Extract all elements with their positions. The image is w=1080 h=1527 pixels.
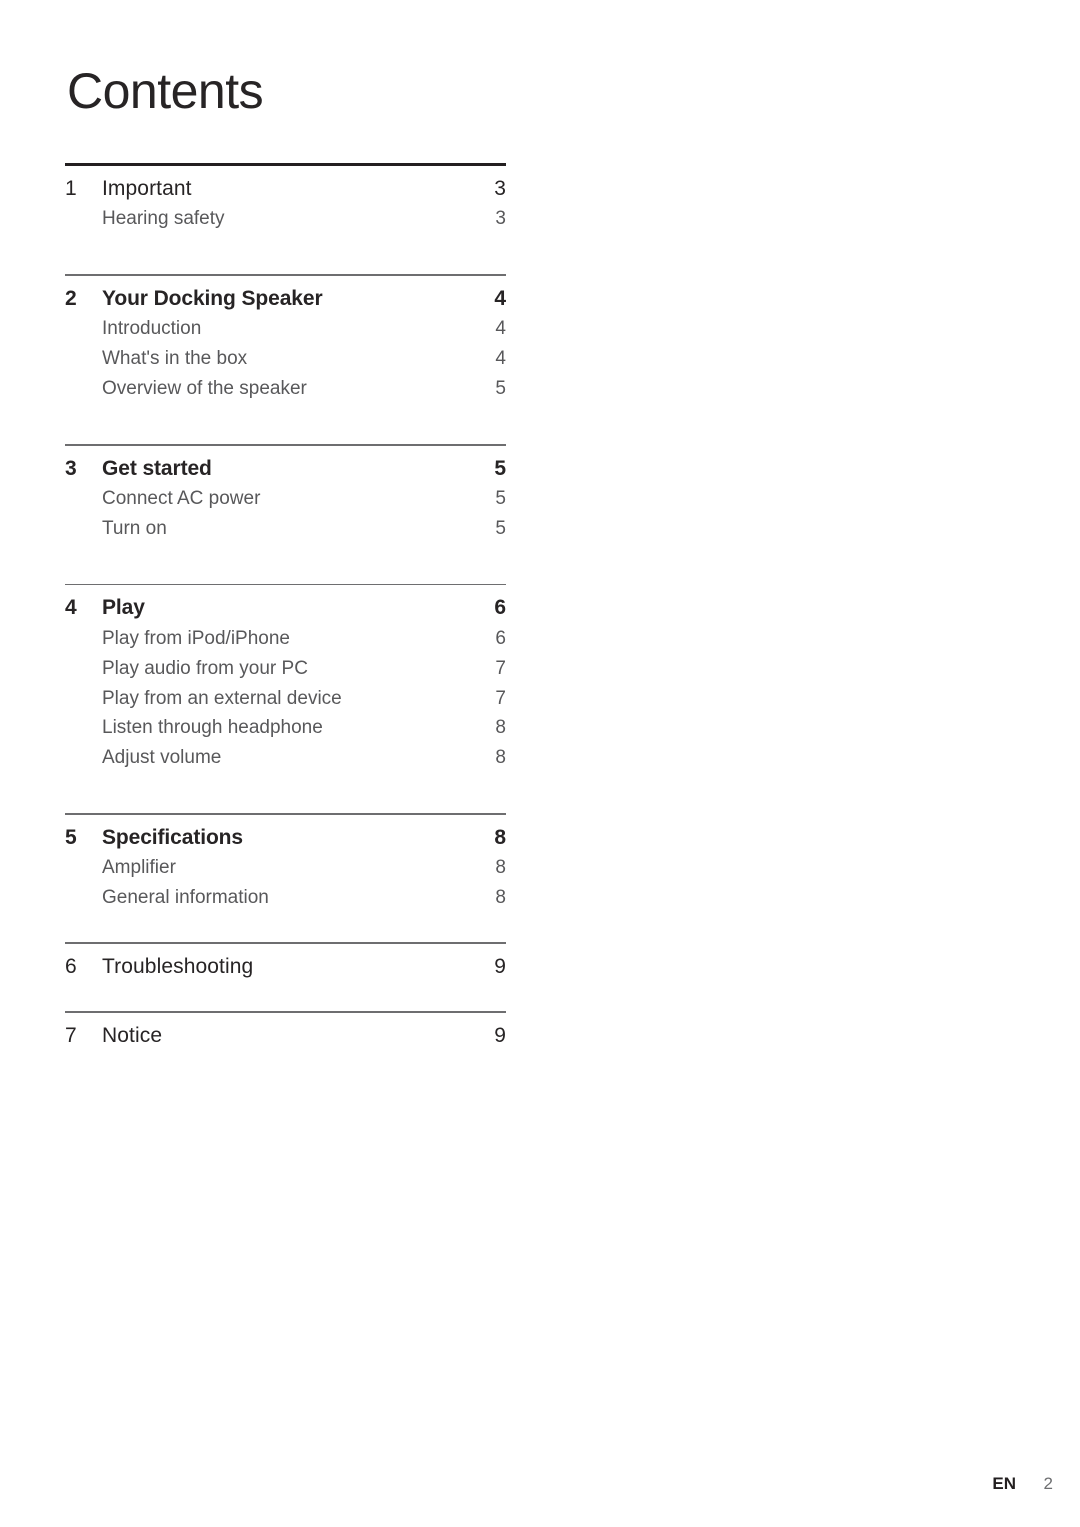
toc-subitem-label: Play from an external device	[102, 687, 342, 709]
toc-section: 1 Important 3 Hearing safety 3	[65, 163, 506, 274]
toc-section: 3 Get started 5 Connect AC power 5 Turn …	[65, 443, 506, 584]
toc-subitem[interactable]: General information 8	[65, 882, 506, 912]
toc-subitem-page: 3	[495, 208, 506, 230]
toc-section-page: 3	[494, 177, 506, 200]
page-title: Contents	[67, 63, 264, 119]
toc-subitem-label: Introduction	[102, 318, 202, 340]
toc-section-label: Troubleshooting	[102, 954, 254, 978]
toc-section: 4 Play 6 Play from iPod/iPhone 6 Play au…	[65, 583, 506, 814]
footer-page-number: 2	[1043, 1474, 1053, 1493]
toc-subitem[interactable]: Amplifier 8	[65, 852, 506, 882]
toc-subitem-page: 7	[495, 657, 506, 679]
toc-subitem-page: 6	[495, 627, 506, 649]
toc-subitem[interactable]: What's in the box 4	[65, 343, 506, 373]
toc-section-number: 7	[65, 1023, 77, 1047]
document-page: Contents 1 Important 3 Hearing safety 3	[0, 0, 1080, 1527]
toc-section-heading[interactable]: 6 Troubleshooting 9	[65, 944, 506, 981]
toc-section: 2 Your Docking Speaker 4 Introduction 4 …	[65, 274, 506, 444]
toc-subitem-page: 8	[495, 857, 506, 879]
table-of-contents: 1 Important 3 Hearing safety 3 2 Your Do…	[65, 163, 506, 1050]
toc-subitem-page: 4	[495, 348, 506, 370]
toc-section-number: 5	[65, 825, 77, 849]
toc-subitem-label: General information	[102, 887, 269, 909]
toc-section-label: Notice	[102, 1023, 163, 1047]
toc-subitem[interactable]: Play audio from your PC 7	[65, 653, 506, 683]
toc-section: 5 Specifications 8 Amplifier 8 General i…	[65, 813, 506, 942]
toc-subitem[interactable]: Play from an external device 7	[65, 683, 506, 713]
toc-section-label: Important	[102, 177, 192, 200]
toc-section-page: 6	[494, 596, 506, 620]
toc-subitem[interactable]: Hearing safety 3	[65, 203, 506, 233]
toc-section-page: 9	[494, 1023, 506, 1047]
toc-subitem[interactable]: Play from iPod/iPhone 6	[65, 623, 506, 653]
footer-language-code: EN	[992, 1474, 1016, 1493]
toc-section-heading[interactable]: 2 Your Docking Speaker 4	[65, 276, 506, 313]
toc-section-number: 1	[65, 177, 77, 200]
toc-section-page: 4	[494, 286, 506, 310]
page-footer: EN 2	[992, 1474, 1053, 1494]
toc-section-number: 6	[65, 954, 77, 978]
toc-subitem-label: Play audio from your PC	[102, 657, 308, 679]
toc-section-page: 9	[494, 954, 506, 978]
toc-subitem-label: Amplifier	[102, 857, 176, 879]
toc-section-heading[interactable]: 3 Get started 5	[65, 446, 506, 483]
toc-section-heading[interactable]: 5 Specifications 8	[65, 815, 506, 852]
toc-section-heading[interactable]: 1 Important 3	[65, 166, 506, 203]
toc-subitem-page: 5	[495, 487, 506, 509]
toc-subitem-page: 8	[495, 717, 506, 739]
toc-subitem-label: Listen through headphone	[102, 717, 323, 739]
toc-subitem-label: Adjust volume	[102, 747, 222, 769]
toc-subitem-label: Connect AC power	[102, 487, 261, 509]
toc-section-label: Your Docking Speaker	[102, 286, 323, 310]
toc-subitem-page: 5	[495, 378, 506, 400]
toc-subitem-label: Hearing safety	[102, 208, 225, 230]
toc-subitem-list: Play from iPod/iPhone 6 Play audio from …	[65, 623, 506, 773]
toc-section-heading[interactable]: 4 Play 6	[65, 585, 506, 622]
toc-subitem[interactable]: Adjust volume 8	[65, 742, 506, 772]
toc-subitem-label: Overview of the speaker	[102, 378, 307, 400]
toc-subitem-label: Play from iPod/iPhone	[102, 627, 290, 649]
toc-section-number: 2	[65, 286, 77, 310]
toc-section-label: Specifications	[102, 825, 243, 849]
toc-subitem-page: 7	[495, 687, 506, 709]
toc-subitem[interactable]: Overview of the speaker 5	[65, 373, 506, 403]
toc-subitem[interactable]: Connect AC power 5	[65, 483, 506, 513]
toc-subitem[interactable]: Introduction 4	[65, 313, 506, 343]
toc-section-number: 3	[65, 456, 77, 480]
toc-section-heading[interactable]: 7 Notice 9	[65, 1013, 506, 1050]
toc-subitem-page: 8	[495, 747, 506, 769]
toc-subitem[interactable]: Listen through headphone 8	[65, 712, 506, 742]
toc-subitem-list: Connect AC power 5 Turn on 5	[65, 483, 506, 543]
toc-section-page: 8	[494, 825, 506, 849]
toc-section-page: 5	[494, 456, 506, 480]
toc-subitem-label: What's in the box	[102, 348, 248, 370]
toc-section-label: Get started	[102, 456, 212, 480]
toc-section: 6 Troubleshooting 9	[65, 942, 506, 1011]
toc-subitem-page: 5	[495, 517, 506, 539]
toc-subitem-list: Introduction 4 What's in the box 4 Overv…	[65, 313, 506, 403]
toc-subitem-page: 8	[495, 887, 506, 909]
toc-section: 7 Notice 9	[65, 1011, 506, 1050]
toc-subitem-list: Hearing safety 3	[65, 203, 506, 233]
toc-subitem-list: Amplifier 8 General information 8	[65, 852, 506, 912]
toc-section-number: 4	[65, 596, 77, 620]
toc-section-label: Play	[102, 596, 145, 620]
toc-subitem[interactable]: Turn on 5	[65, 513, 506, 543]
toc-subitem-label: Turn on	[102, 517, 167, 539]
toc-subitem-page: 4	[495, 318, 506, 340]
